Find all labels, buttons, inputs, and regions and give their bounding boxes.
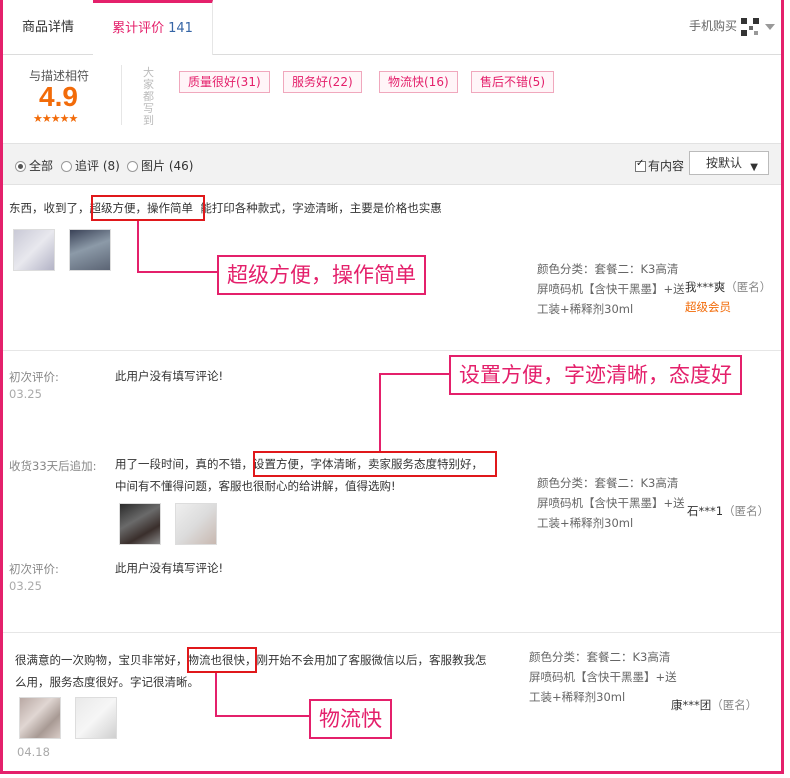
initial-review-label: 初次评价: [9,370,59,384]
review-item-3: 很满意的一次购物，宝贝非常好，物流也很快，刚开始不会用加了客服微信以后，客服教我… [3,633,781,771]
tab-reviews-label: 累计评价 [112,21,165,36]
review-photo[interactable] [175,503,217,545]
review-photo[interactable] [119,503,161,545]
mobile-buy-label: 手机购买 [688,19,737,33]
review-date: 03.25 [9,387,42,401]
review-date: 03.25 [9,579,42,593]
callout-line [137,221,139,273]
review-text-part: 东西，收到了， [9,201,90,215]
reviewer-nick: 我***爽（匿名） [685,279,771,295]
has-content-checkbox[interactable]: 有内容 [635,157,684,174]
tab-reviews[interactable]: 累计评价 141 [93,0,213,55]
reviewer-nick: 石***1（匿名） [687,503,769,519]
anonymous-label: （匿名） [711,698,758,712]
review-photo[interactable] [69,229,111,271]
sku-info: 颜色分类：套餐二：K3高清屏喷码机【含快干黑墨】+送工装+稀释剂30ml [529,650,677,704]
tag-after-sales[interactable]: 售后不错(5) [471,71,554,93]
tab-reviews-count: 141 [168,21,193,36]
review-text: 很满意的一次购物，宝贝非常好，物流也很快，刚开始不会用加了客服微信以后，客服教我… [15,649,505,693]
sort-select[interactable]: 按默认 ▼ [689,151,769,175]
rating-summary: 与描述相符 4.9 ★★★★★ 大家都写到 质量很好(31) 服务好(22) 物… [3,55,781,143]
review-text-part: 刚开始不会用加了客服微信以后，客服教我怎 [256,653,487,667]
callout-box: 设置方便，字迹清晰，态度好 [449,355,742,395]
tag-service[interactable]: 服务好(22) [283,71,362,93]
nick-text: 我***爽 [685,280,726,294]
callout-line [379,373,381,451]
tag-shipping[interactable]: 物流快(16) [379,71,458,93]
filter-pictures-label: 图片 (46) [141,159,194,173]
has-content-label: 有内容 [648,159,685,173]
review-text-part: 能打印各种款式，字迹清晰，主要是价格也实惠 [200,201,442,215]
followup-label: 收货33天后追加: [9,459,97,473]
review-photo[interactable] [19,697,61,739]
review-text: 东西，收到了，超级方便，操作简单 能打印各种款式，字迹清晰，主要是价格也实惠 [9,197,529,219]
highlight-box [91,195,205,221]
filter-pictures-radio[interactable]: 图片 (46) [127,157,193,174]
nick-text: 石***1 [687,504,724,518]
filter-all-label: 全部 [29,159,54,173]
callout-box: 超级方便，操作简单 [217,255,426,295]
tab-product-details[interactable]: 商品详情 [3,0,94,54]
rating-stars: ★★★★★ [33,112,78,125]
review-text-part: 用了一段时间，真的不错， [115,457,253,471]
callout-line [215,673,217,717]
filter-followup-radio[interactable]: 追评 (8) [61,157,120,174]
sort-label: 按默认 [706,156,743,170]
sku-info: 颜色分类：套餐二：K3高清屏喷码机【含快干黑墨】+送工装+稀释剂30ml [537,262,685,316]
filter-bar: 全部 追评 (8) 图片 (46) 有内容 按默认 ▼ [3,143,781,185]
review-text-part: 么用，服务态度很好。字记很清晰。 [15,675,199,689]
radio-selected-icon [15,161,26,172]
callout-box: 物流快 [309,699,392,739]
chevron-down-icon [765,23,775,30]
review-photo[interactable] [13,229,55,271]
filter-followup-label: 追评 (8) [75,159,120,173]
initial-review-label: 初次评价: [9,562,59,576]
nick-text: 康***团 [671,698,712,712]
initial-review-text: 此用户没有填写评论! [115,561,224,575]
everyone-mentioned-label: 大家都写到 [143,66,154,127]
review-photo[interactable] [75,697,117,739]
checkbox-checked-icon [635,158,646,172]
review-item-2: 初次评价: 此用户没有填写评论! 03.25 设置方便，字迹清晰，态度好 收货3… [3,351,781,631]
anonymous-label: （匿名） [723,504,770,518]
vip-badge: 超级会员 [685,300,731,314]
reviewer-nick: 康***团（匿名） [671,697,757,713]
callout-line [379,373,449,375]
rating-score: 4.9 [39,81,78,112]
tab-bar: 商品详情 累计评价 141 手机购买 [3,0,781,55]
tag-quality[interactable]: 质量很好(31) [179,71,270,93]
initial-review-text: 此用户没有填写评论! [115,369,224,383]
review-date: 04.18 [17,745,50,759]
review-panel: 商品详情 累计评价 141 手机购买 与描述相符 4.9 ★★★★★ 大家都写到 … [0,0,784,774]
callout-line [137,271,217,273]
callout-line [215,715,311,717]
qr-code-icon [741,17,759,36]
highlight-box [187,647,257,673]
sku-info: 颜色分类：套餐二：K3高清屏喷码机【含快干黑墨】+送工装+稀释剂30ml [537,476,685,530]
review-item-1: 东西，收到了，超级方便，操作简单 能打印各种款式，字迹清晰，主要是价格也实惠 超… [3,183,781,351]
radio-icon [127,161,138,172]
anonymous-label: （匿名） [725,280,772,294]
divider [121,65,122,125]
radio-icon [61,161,72,172]
review-text-part: 很满意的一次购物，宝贝非常好， [15,653,188,667]
filter-all-radio[interactable]: 全部 [15,157,53,174]
chevron-down-icon: ▼ [750,162,758,173]
review-text-part: 中间有不懂得问题，客服也很耐心的给讲解，值得选购! [115,479,396,493]
mobile-buy[interactable]: 手机购买 [689,17,775,36]
highlight-box [253,451,497,477]
